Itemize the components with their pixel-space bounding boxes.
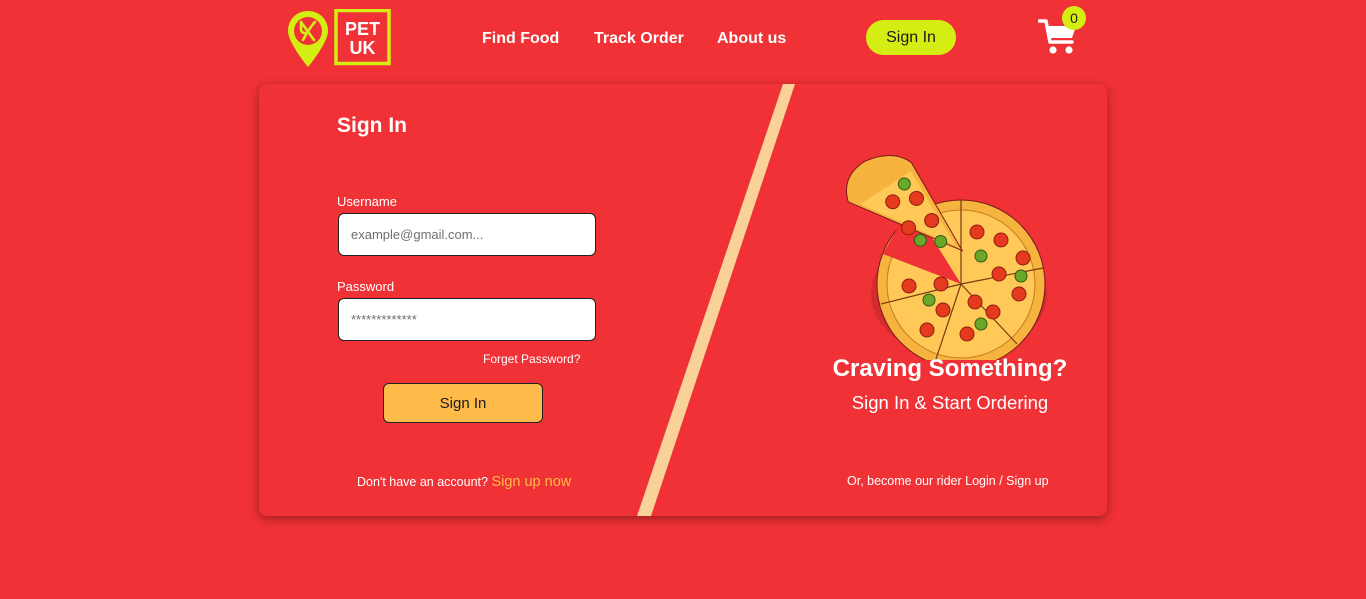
signin-submit-button[interactable]: Sign In: [383, 383, 543, 423]
signup-link[interactable]: Sign up now: [491, 474, 571, 490]
signin-card: Sign In Username Password Forget Passwor…: [259, 84, 1107, 516]
logo-text-line1: PET: [345, 19, 380, 39]
nav-find-food[interactable]: Find Food: [482, 30, 559, 48]
nav-signin-button[interactable]: Sign In: [866, 20, 956, 55]
signin-title: Sign In: [337, 114, 407, 137]
signup-prompt-text: Don't have an account?: [357, 475, 488, 489]
pizza-illustration: [845, 155, 1047, 360]
nav-track-order[interactable]: Track Order: [594, 30, 684, 48]
signup-prompt: Don't have an account? Sign up now: [357, 474, 571, 490]
username-input[interactable]: [338, 213, 596, 256]
promo-headline: Craving Something?: [832, 355, 1068, 382]
logo-text-line2: UK: [350, 38, 376, 58]
nav-about-us[interactable]: About us: [717, 30, 786, 48]
rider-prompt-text: Or, become our rider: [847, 474, 962, 488]
password-input[interactable]: [338, 298, 596, 341]
rider-separator: /: [999, 474, 1003, 488]
forget-password-link[interactable]: Forget Password?: [483, 352, 580, 366]
username-label: Username: [337, 194, 397, 209]
brand-logo[interactable]: PET UK: [286, 8, 392, 69]
rider-login-link[interactable]: Login: [965, 474, 996, 488]
rider-prompt: Or, become our rider Login / Sign up: [847, 474, 1049, 488]
rider-signup-link[interactable]: Sign up: [1006, 474, 1048, 488]
location-pin-icon: PET UK: [288, 8, 391, 67]
cart-count-badge: 0: [1062, 6, 1086, 30]
password-label: Password: [337, 279, 395, 294]
promo-subline: Sign In & Start Ordering: [851, 392, 1049, 413]
